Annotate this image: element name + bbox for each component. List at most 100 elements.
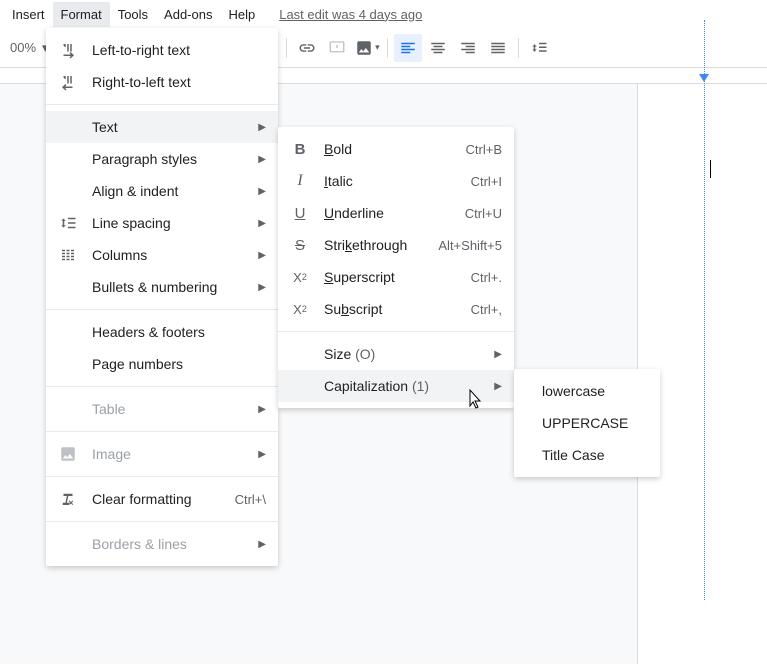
menu-item-columns[interactable]: Columns ▶ [46,239,278,271]
menu-label: Align & indent [92,183,250,199]
divider [46,386,278,387]
menu-item-paragraph-styles[interactable]: Paragraph styles ▶ [46,143,278,175]
underline-icon: U [290,203,310,223]
chevron-right-icon: ▶ [258,404,266,415]
divider [46,476,278,477]
menu-label: lowercase [526,383,648,399]
subscript-icon: X2 [290,299,310,319]
menu-item-size[interactable]: Size (O) ▶ [278,338,514,370]
align-center-button[interactable] [424,34,452,62]
menu-label: Clear formatting [92,491,223,507]
empty-icon [58,149,78,169]
line-spacing-button[interactable] [525,34,553,62]
chevron-right-icon: ▶ [258,154,266,165]
empty-icon [290,344,310,364]
menu-label: Subscript [324,301,459,317]
menu-item-headers-footers[interactable]: Headers & footers [46,316,278,348]
add-comment-button[interactable] [323,34,351,62]
line-spacing-icon [530,39,548,57]
strike-icon: S [290,235,310,255]
insert-link-button[interactable] [293,34,321,62]
menu-format[interactable]: Format [53,2,110,27]
chevron-right-icon: ▶ [258,218,266,229]
menu-item-underline[interactable]: U Underline Ctrl+U [278,197,514,229]
menu-insert[interactable]: Insert [4,2,53,27]
divider [278,331,514,332]
menu-item-superscript[interactable]: X2 Superscript Ctrl+. [278,261,514,293]
divider [46,104,278,105]
align-right-button[interactable] [454,34,482,62]
menu-item-lowercase[interactable]: lowercase [514,375,660,407]
image-icon [355,39,373,57]
menu-label: Table [92,401,250,417]
menu-label: Strikethrough [324,237,426,253]
align-justify-button[interactable] [484,34,512,62]
last-edit-link[interactable]: Last edit was 4 days ago [279,7,422,22]
menu-label: Page numbers [92,356,266,372]
menu-label: Text [92,119,250,135]
menu-help[interactable]: Help [220,2,263,27]
menubar: Insert Format Tools Add-ons Help Last ed… [0,0,767,28]
shortcut: Ctrl+\ [235,492,266,507]
separator [286,38,287,58]
align-center-icon [429,39,447,57]
empty-icon [58,277,78,297]
menu-label: Columns [92,247,250,263]
menu-item-ltr[interactable]: Left-to-right text [46,34,278,66]
menu-item-text[interactable]: Text ▶ [46,111,278,143]
menu-item-image: Image ▶ [46,438,278,470]
divider [46,521,278,522]
menu-label: Bullets & numbering [92,279,250,295]
margin-guide [704,20,705,600]
empty-icon [58,181,78,201]
menu-item-capitalization[interactable]: Capitalization (1) ▶ [278,370,514,402]
menu-label: Left-to-right text [92,42,266,58]
menu-label: Headers & footers [92,324,266,340]
menu-item-bullets-numbering[interactable]: Bullets & numbering ▶ [46,271,278,303]
rtl-icon [58,72,78,92]
menu-label: Paragraph styles [92,151,250,167]
menu-item-clear-formatting[interactable]: Clear formatting Ctrl+\ [46,483,278,515]
image-icon [58,444,78,464]
menu-item-page-numbers[interactable]: Page numbers [46,348,278,380]
link-icon [298,39,316,57]
menu-item-bold[interactable]: B Bold Ctrl+B [278,133,514,165]
bold-icon: B [290,139,310,159]
menu-item-table: Table ▶ [46,393,278,425]
menu-item-uppercase[interactable]: UPPERCASE [514,407,660,439]
text-submenu: B Bold Ctrl+B I Italic Ctrl+I U Underlin… [278,127,514,408]
menu-item-italic[interactable]: I Italic Ctrl+I [278,165,514,197]
zoom-value: 00% [10,40,36,55]
menu-addons[interactable]: Add-ons [156,2,220,27]
chevron-right-icon: ▶ [494,381,502,392]
menu-label: UPPERCASE [526,415,648,431]
empty-icon [58,322,78,342]
menu-item-borders-lines: Borders & lines ▶ [46,528,278,560]
capitalization-submenu: lowercase UPPERCASE Title Case [514,369,660,477]
chevron-right-icon: ▶ [258,186,266,197]
shortcut: Ctrl+B [466,142,502,157]
menu-item-subscript[interactable]: X2 Subscript Ctrl+, [278,293,514,325]
menu-item-strikethrough[interactable]: S Strikethrough Alt+Shift+5 [278,229,514,261]
menu-label: Underline [324,205,453,221]
empty-icon [58,117,78,137]
insert-image-button[interactable]: ▾ [353,34,381,62]
separator [387,38,388,58]
menu-label: Italic [324,173,459,189]
chevron-right-icon: ▶ [258,250,266,261]
menu-label: Bold [324,141,454,157]
menu-item-line-spacing[interactable]: Line spacing ▶ [46,207,278,239]
menu-item-titlecase[interactable]: Title Case [514,439,660,471]
menu-item-rtl[interactable]: Right-to-left text [46,66,278,98]
align-left-button[interactable] [394,34,422,62]
align-left-icon [399,39,417,57]
menu-label: Capitalization (1) [324,378,486,394]
menu-label: Line spacing [92,215,250,231]
format-dropdown: Left-to-right text Right-to-left text Te… [46,28,278,566]
menu-item-align-indent[interactable]: Align & indent ▶ [46,175,278,207]
menu-label: Borders & lines [92,536,250,552]
menu-tools[interactable]: Tools [110,2,156,27]
menu-label: Right-to-left text [92,74,266,90]
chevron-right-icon: ▶ [494,349,502,360]
menu-label: Title Case [526,447,648,463]
